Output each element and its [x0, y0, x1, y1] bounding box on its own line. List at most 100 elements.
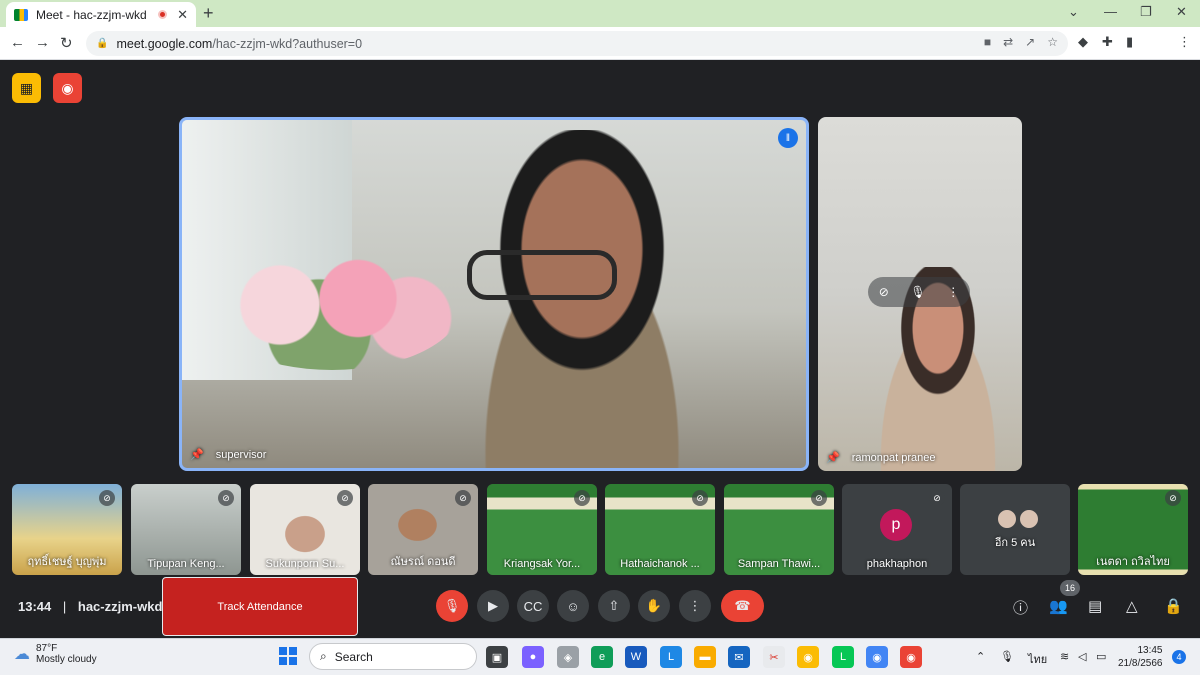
participant-tile[interactable]: ⊘ ฤทธิ์เชษฐ์ บุญพุ่ม — [12, 484, 122, 575]
meeting-code: hac-zzjm-wkd — [77, 599, 163, 614]
record-icon[interactable]: ◉ — [53, 73, 82, 103]
lock-icon: 🔒 — [96, 38, 109, 49]
chat-icon[interactable]: ▤ — [1088, 597, 1102, 615]
translate-icon[interactable]: ⇄ — [1003, 35, 1013, 49]
address-bar: ← → ↻ 🔒 meet.google.com/hac-zzjm-wkd?aut… — [0, 27, 1200, 78]
volume-icon[interactable]: ◁ — [1078, 650, 1086, 663]
bookmark-star-icon[interactable]: ☆ — [1047, 35, 1058, 49]
pin-icon[interactable]: 📌 — [826, 451, 840, 464]
main-speaker-name: supervisor — [215, 448, 267, 461]
chat-app-icon[interactable]: ● — [522, 646, 544, 668]
speaking-indicator-icon: ‖ — [778, 128, 798, 148]
app-l-icon[interactable]: L — [660, 646, 682, 668]
people-count-badge: 16 — [1060, 580, 1080, 596]
mail-icon[interactable]: ✉ — [728, 646, 750, 668]
chrome-icon[interactable]: ◉ — [866, 646, 888, 668]
file-explorer-icon[interactable]: ▬ — [694, 646, 716, 668]
participant-tile[interactable]: ⊘ Sampan Thawi... — [724, 484, 834, 575]
tab-title: Meet - hac-zzjm-wkd — [36, 7, 147, 22]
participant-tile[interactable]: ⊘ p phakhaphon — [842, 484, 952, 575]
mic-icon[interactable]: 🎙 — [1000, 650, 1014, 663]
people-icon[interactable]: 👥 — [1049, 597, 1068, 615]
time: 13:45 — [1137, 645, 1163, 656]
restore-icon[interactable]: ❐ — [1140, 4, 1152, 20]
track-attendance-button[interactable]: Track Attendance — [162, 577, 358, 636]
camera-off-icon[interactable]: ▦ — [12, 73, 41, 103]
chrome-icon[interactable]: ◉ — [900, 646, 922, 668]
avatar: p — [880, 509, 912, 541]
raise-hand-button[interactable]: ✋ — [638, 590, 670, 622]
reload-icon[interactable]: ↻ — [60, 34, 73, 52]
info-icon[interactable]: ⓘ — [1013, 597, 1028, 618]
participant-name: Sampan Thawi... — [737, 558, 821, 570]
participant-tile[interactable]: ⊘ Tipupan Keng... — [131, 484, 241, 575]
windows-taskbar: ☁ 87°F Mostly cloudy ⌕ Search ▣ ● ◈ e W … — [0, 638, 1200, 675]
participant-tile[interactable]: ⊘ Kriangsak Yor... — [487, 484, 597, 575]
participant-name: Kriangsak Yor... — [503, 558, 581, 570]
mic-icon[interactable]: 🎙 — [910, 285, 925, 299]
line-icon[interactable]: L — [832, 646, 854, 668]
main-speaker-video[interactable]: ‖ 📌 supervisor — [179, 117, 809, 471]
mic-off-button[interactable]: 🎙 — [436, 590, 468, 622]
separator: | — [62, 599, 67, 614]
new-tab-button[interactable]: + — [203, 3, 214, 24]
taskbar-search[interactable]: ⌕ Search — [309, 643, 477, 670]
url-field[interactable]: 🔒 meet.google.com/hac-zzjm-wkd?authuser=… — [86, 31, 1068, 56]
participant-name: Tipupan Keng... — [147, 558, 225, 570]
sidepanel-icon[interactable]: ▮ — [1126, 34, 1133, 50]
word-icon[interactable]: W — [625, 646, 647, 668]
end-call-button[interactable]: ☎ — [721, 590, 764, 622]
host-controls-icon[interactable]: 🔒 — [1164, 597, 1183, 615]
task-view-icon[interactable]: ▣ — [486, 646, 508, 668]
muted-icon: ⊘ — [337, 490, 353, 506]
camera-blocked-icon[interactable]: ■ — [984, 35, 991, 49]
participant-tile[interactable]: ⊘ Sukunporn Su... — [250, 484, 360, 575]
muted-icon: ⊘ — [929, 490, 945, 506]
meet-area: ▦ ◉ ‖ 📌 supervisor ⊘ 🎙 ⋮ 📌 ramonpat pran… — [0, 60, 1200, 638]
chrome-icon[interactable]: ◉ — [797, 646, 819, 668]
camera-button[interactable]: ▶ — [477, 590, 509, 622]
cloud-icon: ☁ — [14, 646, 30, 663]
captions-button[interactable]: CC — [517, 590, 549, 622]
notification-badge[interactable]: 4 — [1172, 650, 1186, 664]
minimize-icon[interactable]: — — [1104, 4, 1117, 19]
close-window-icon[interactable]: ✕ — [1176, 4, 1187, 20]
back-icon[interactable]: ← — [10, 34, 25, 51]
muted-icon: ⊘ — [218, 490, 234, 506]
search-label: Search — [334, 649, 373, 664]
participant-tile[interactable]: ⊘ เนตดา ถวิลไทย — [1078, 484, 1188, 575]
date: 21/8/2566 — [1118, 658, 1163, 669]
participant-tile[interactable]: ⊘ Hathaichanok ... — [605, 484, 715, 575]
more-participants-tile[interactable]: อีก 5 คน — [960, 484, 1070, 575]
wifi-icon[interactable]: ≋ — [1060, 650, 1069, 663]
flowers-image — [202, 240, 462, 370]
browser-tab-meet[interactable]: Meet - hac-zzjm-wkd ✕ — [6, 2, 196, 27]
participant-tile[interactable]: ⊘ ณัษรณ์ ดอนดี — [368, 484, 478, 575]
edge-icon[interactable]: e — [591, 646, 613, 668]
app-icon[interactable]: ◈ — [557, 646, 579, 668]
more-options-icon[interactable]: ⋮ — [947, 285, 959, 299]
input-language[interactable]: ไทย — [1028, 650, 1047, 668]
side-speaker-video[interactable]: ⊘ 🎙 ⋮ 📌 ramonpat pranee — [818, 117, 1022, 471]
tab-search-icon[interactable]: ⌄ — [1068, 4, 1079, 20]
emoji-button[interactable]: ☺ — [557, 590, 589, 622]
forward-icon[interactable]: → — [35, 34, 50, 51]
present-button[interactable]: ⇧ — [598, 590, 630, 622]
taskbar-clock[interactable]: 13:45 21/8/2566 — [1118, 644, 1163, 670]
battery-icon[interactable]: ▭ — [1096, 650, 1106, 663]
activities-icon[interactable]: △ — [1126, 597, 1138, 615]
muted-icon: ⊘ — [1165, 490, 1181, 506]
extension-icon[interactable]: ◆ — [1078, 34, 1088, 50]
snipping-tool-icon[interactable]: ✂ — [763, 646, 785, 668]
tray-overflow-icon[interactable]: ⌃ — [976, 650, 985, 663]
pin-icon[interactable]: 📌 — [190, 448, 204, 461]
browser-menu-icon[interactable]: ⋮ — [1178, 34, 1191, 50]
close-tab-icon[interactable]: ✕ — [177, 7, 188, 23]
puzzle-icon[interactable]: ✚ — [1102, 34, 1113, 50]
start-button[interactable] — [279, 647, 297, 665]
side-speaker-name: ramonpat pranee — [851, 451, 936, 464]
muted-icon[interactable]: ⊘ — [879, 285, 889, 299]
weather-widget[interactable]: ☁ 87°F Mostly cloudy — [14, 643, 97, 665]
more-options-button[interactable]: ⋮ — [679, 590, 711, 622]
share-icon[interactable]: ↗ — [1025, 35, 1035, 49]
